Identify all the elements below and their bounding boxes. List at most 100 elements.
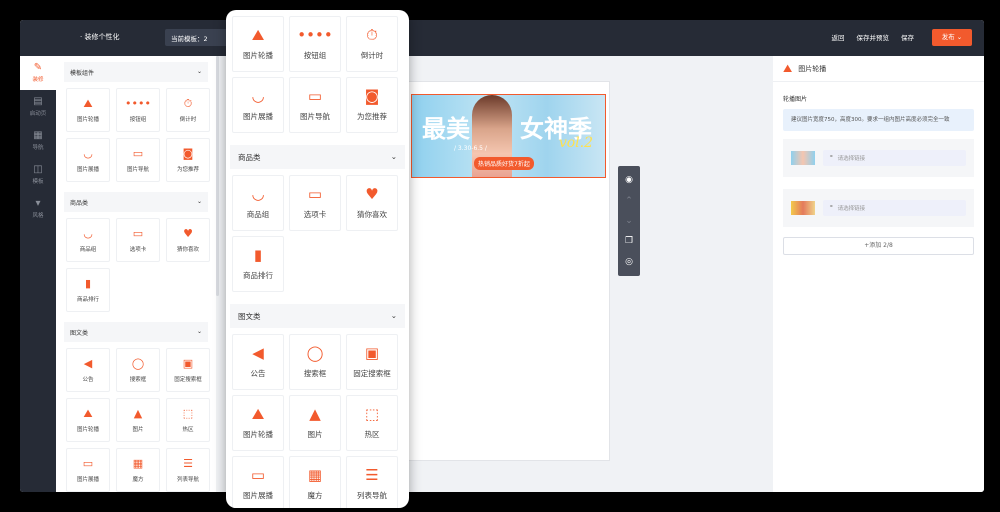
component-tile[interactable]: ◯ 搜索框 <box>289 334 341 390</box>
component-tile[interactable]: ☰ 列表导航 <box>166 448 210 492</box>
component-tile[interactable]: ▲ 图片 <box>289 395 341 451</box>
rail-item[interactable]: ✎ 装修 <box>20 56 56 90</box>
component-tile[interactable]: ◡ 图片展播 <box>66 138 110 182</box>
component-tile[interactable]: ◡ 图片展播 <box>232 77 284 133</box>
component-tile[interactable]: ▲ 图片 <box>116 398 160 442</box>
component-tile[interactable]: ◀ 公告 <box>66 348 110 392</box>
chevron-down-icon: ⌄ <box>196 328 202 335</box>
component-tile[interactable]: ⏱ 倒计时 <box>346 16 398 72</box>
back-button[interactable]: 返回 <box>832 32 845 42</box>
banner-text-left: 最美 <box>422 114 470 143</box>
document-icon: ▤ <box>33 96 43 107</box>
component-tile[interactable]: ☰ 列表导航 <box>346 456 398 508</box>
component-tile[interactable]: ⬚ 热区 <box>346 395 398 451</box>
component-tile[interactable]: ▭ 选项卡 <box>116 218 160 262</box>
component-tile[interactable]: ▭ 选项卡 <box>289 175 341 231</box>
component-tile[interactable]: ▮ 商品排行 <box>232 236 284 292</box>
move-down-icon[interactable]: ⌄ <box>623 215 635 227</box>
image-carousel-icon: ⛰ <box>783 61 793 75</box>
eye-icon[interactable]: ◉ <box>623 174 635 186</box>
rail-item[interactable]: ▦ 导航 <box>20 124 56 158</box>
layout-icon: ◫ <box>33 164 43 175</box>
fixed-search-icon: ▣ <box>364 343 380 362</box>
banner-vol: vol.2 <box>558 135 593 151</box>
component-tile[interactable]: ▣ 固定搜索框 <box>346 334 398 390</box>
image-icon: ▲ <box>133 406 143 420</box>
image-showcase-icon: ◡ <box>251 86 265 105</box>
tile-label: 魔方 <box>307 490 323 500</box>
carousel-image-row: ⚭ 请选择链接 <box>783 189 974 227</box>
component-tile[interactable]: •••• 按钮组 <box>289 16 341 72</box>
save-preview-button[interactable]: 保存并预览 <box>857 32 890 42</box>
component-tile[interactable]: ⛰ 图片轮播 <box>232 16 284 72</box>
component-tile[interactable]: ⛰ 图片轮播 <box>66 398 110 442</box>
component-tile[interactable]: ◡ 商品组 <box>66 218 110 262</box>
tab-card-icon: ▭ <box>132 226 144 240</box>
component-tile[interactable]: ◙ 为您推荐 <box>166 138 210 182</box>
link-select[interactable]: ⚭ 请选择链接 <box>823 200 966 216</box>
settings-icon[interactable]: ◎ <box>623 256 635 268</box>
fixed-search-icon: ▣ <box>182 356 194 370</box>
component-tile[interactable]: ▣ 固定搜索框 <box>166 348 210 392</box>
rail-item[interactable]: ◫ 模板 <box>20 158 56 192</box>
rail-item[interactable]: ▾ 风格 <box>20 192 56 226</box>
save-button[interactable]: 保存 <box>901 32 914 42</box>
tile-label: 图片 <box>132 426 144 433</box>
group-header[interactable]: 商品类 ⌄ <box>64 192 208 212</box>
component-tile[interactable]: ◀ 公告 <box>232 334 284 390</box>
tile-label: 倒计时 <box>360 50 384 60</box>
component-tile[interactable]: •••• 按钮组 <box>116 88 160 132</box>
tile-label: 商品组 <box>79 246 97 253</box>
group-header[interactable]: 商品类 ⌄ <box>230 145 405 169</box>
component-tile[interactable]: ▮ 商品排行 <box>66 268 110 312</box>
phone-preview: 最美 女神季 / 3.30-6.5 / 热销品质好货7折起 vol.2 <box>405 81 610 461</box>
tile-label: 商品排行 <box>76 296 99 303</box>
panel-scrollbar[interactable] <box>216 56 219 296</box>
component-tile[interactable]: ♥ 猜你喜欢 <box>346 175 398 231</box>
component-tile[interactable]: ◙ 为您推荐 <box>346 77 398 133</box>
list-nav-icon: ☰ <box>183 456 193 470</box>
template-select[interactable]: 当前模板：2 <box>165 29 235 46</box>
tile-label: 固定搜索框 <box>174 376 202 383</box>
tile-label: 为您推荐 <box>176 166 199 173</box>
tile-label: 选项卡 <box>129 246 147 253</box>
component-grid: ◀ 公告 ◯ 搜索框 ▣ 固定搜索框 ⛰ 图片轮播 ▲ 图片 ⬚ 热区 ▭ 图片展播 ▦ 魔方 ☰ 列表导航 <box>56 342 216 492</box>
component-tile[interactable]: ◯ 搜索框 <box>116 348 160 392</box>
component-tile[interactable]: ◡ 商品组 <box>232 175 284 231</box>
carousel-thumb[interactable] <box>791 151 815 165</box>
add-image-button[interactable]: +添加 2/8 <box>783 237 974 255</box>
component-tile[interactable]: ⛰ 图片轮播 <box>66 88 110 132</box>
component-tile[interactable]: ▭ 图片导航 <box>289 77 341 133</box>
component-tile[interactable]: ⛰ 图片轮播 <box>232 395 284 451</box>
group-header[interactable]: 图文类 ⌄ <box>64 322 208 342</box>
group-title: 商品类 <box>238 153 261 162</box>
rail-label: 装修 <box>32 77 44 83</box>
image-showcase-icon: ◡ <box>83 146 93 160</box>
rail-item[interactable]: ▤ 启动页 <box>20 90 56 124</box>
component-tile[interactable]: ▦ 魔方 <box>116 448 160 492</box>
move-up-icon[interactable]: ⌃ <box>623 195 635 207</box>
component-tile[interactable]: ♥ 猜你喜欢 <box>166 218 210 262</box>
component-grid: ◡ 商品组 ▭ 选项卡 ♥ 猜你喜欢 ▮ 商品排行 <box>56 212 216 316</box>
carousel-thumb[interactable] <box>791 201 815 215</box>
component-tile[interactable]: ▭ 图片展播 <box>66 448 110 492</box>
group-title: 商品类 <box>70 200 89 207</box>
component-tile[interactable]: ▦ 魔方 <box>289 456 341 508</box>
tile-label: 图片展播 <box>243 490 273 500</box>
banner-carousel[interactable]: 最美 女神季 / 3.30-6.5 / 热销品质好货7折起 vol.2 <box>411 94 606 178</box>
tile-label: 图片导航 <box>300 111 330 121</box>
component-tile[interactable]: ⏱ 倒计时 <box>166 88 210 132</box>
recommend-icon: ◙ <box>364 86 380 105</box>
component-tile[interactable]: ▭ 图片导航 <box>116 138 160 182</box>
group-header[interactable]: 模板组件 ⌄ <box>64 62 208 82</box>
rail-label: 启动页 <box>29 111 47 117</box>
link-select[interactable]: ⚭ 请选择链接 <box>823 150 966 166</box>
tile-label: 公告 <box>250 368 266 378</box>
copy-icon[interactable]: ❐ <box>623 235 635 247</box>
component-tile[interactable]: ⬚ 热区 <box>166 398 210 442</box>
properties-title: 图片轮播 <box>798 64 827 73</box>
group-header[interactable]: 图文类 ⌄ <box>230 304 405 328</box>
publish-button[interactable]: 发布 ⌄ <box>932 29 972 46</box>
component-tile[interactable]: ▭ 图片展播 <box>232 456 284 508</box>
search-icon: ◯ <box>306 343 324 362</box>
